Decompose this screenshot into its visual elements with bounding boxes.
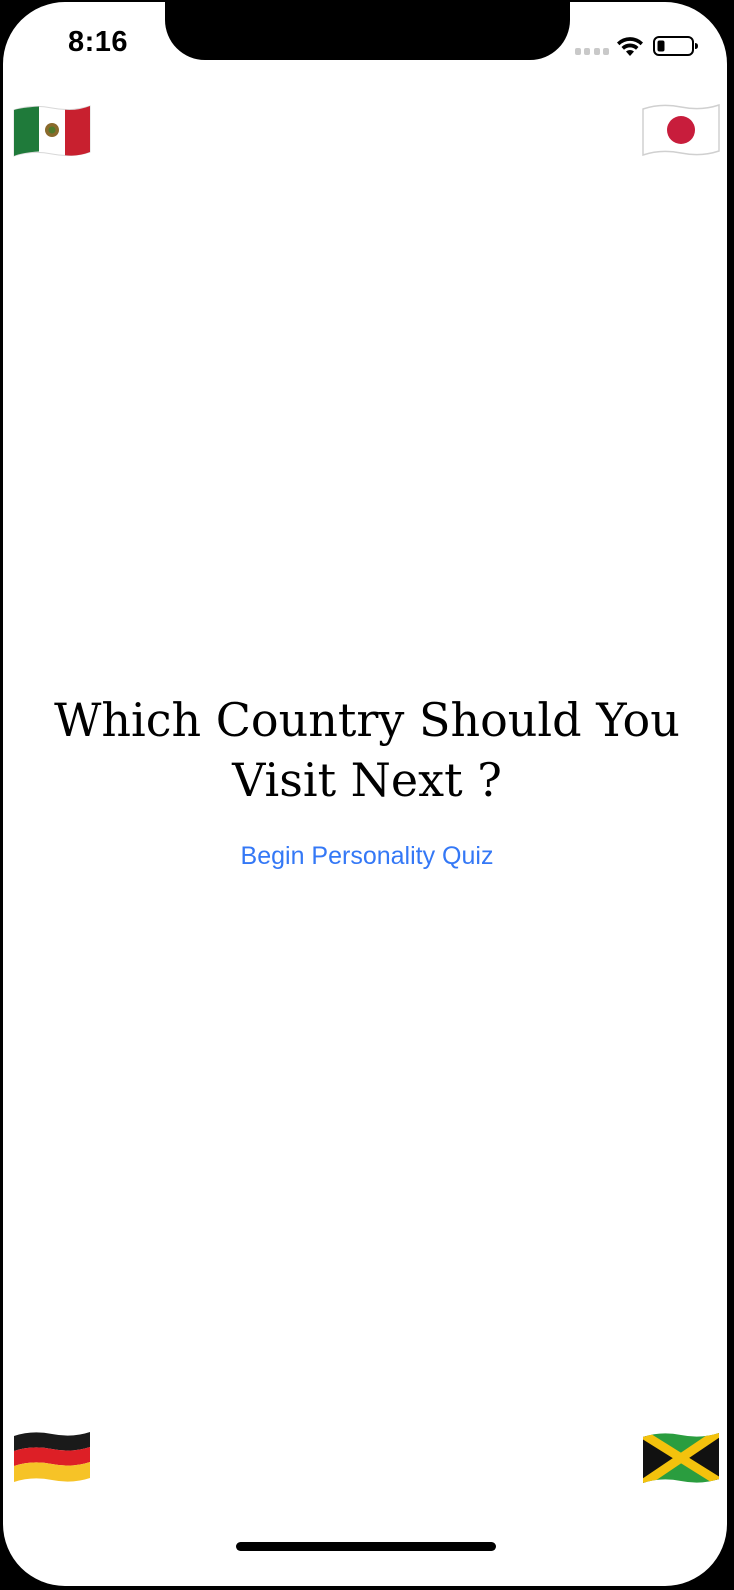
battery-icon (653, 36, 698, 56)
device-notch (165, 2, 570, 60)
cellular-signal-icon (575, 48, 609, 56)
germany-flag-icon (14, 1432, 90, 1482)
japan-flag-icon (642, 103, 720, 157)
mexico-flag-icon (13, 105, 91, 157)
status-time: 8:16 (67, 26, 129, 58)
wifi-icon (617, 37, 643, 56)
jamaica-flag-icon (643, 1433, 719, 1483)
page-title-line-2: Visit Next ? (232, 753, 502, 807)
app-screen: 8:16 Which Country Should You Visit Next… (3, 2, 727, 1586)
device-frame: 8:16 Which Country Should You Visit Next… (0, 0, 734, 1590)
page-title-line-1: Which Country Should You (54, 693, 680, 747)
begin-quiz-button[interactable]: Begin Personality Quiz (203, 836, 531, 876)
home-indicator[interactable] (236, 1542, 496, 1551)
page-title: Which Country Should You Visit Next ? (27, 690, 707, 810)
